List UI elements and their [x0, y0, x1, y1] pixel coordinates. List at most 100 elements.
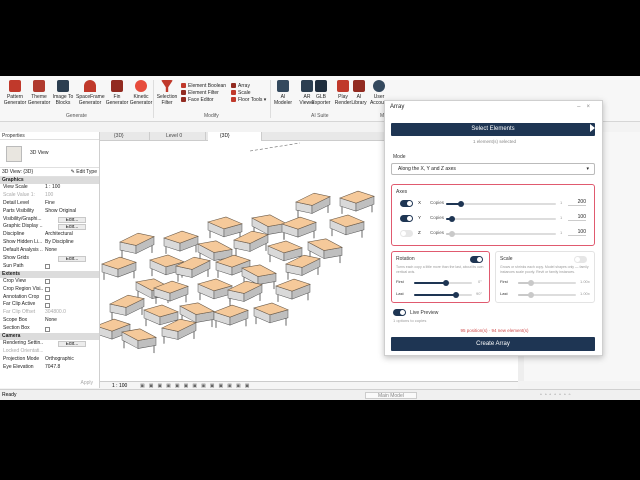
type-selector[interactable]: 3D View — [0, 140, 99, 168]
property-edit-button[interactable]: Edit... — [58, 341, 86, 348]
axis-x-toggle[interactable] — [400, 200, 413, 207]
section-extents[interactable]: Extents — [0, 270, 99, 278]
selection-tools-icons[interactable]: ▫▫▫▫▫▫▫ — [540, 390, 573, 400]
floor-tools-button[interactable]: Floor Tools ▾ — [231, 97, 266, 104]
desk-element[interactable] — [213, 304, 249, 328]
property-value: None — [45, 247, 57, 254]
slider-knob[interactable] — [527, 292, 534, 298]
property-checkbox[interactable] — [45, 264, 50, 270]
pattern-icon — [9, 80, 21, 92]
image-to-blocks-button[interactable]: Image To Blocks — [50, 80, 76, 106]
pattern-generator-button[interactable]: Pattern Generator — [2, 80, 28, 106]
slider-knob[interactable] — [448, 231, 455, 237]
scale-last-label: Last — [500, 291, 508, 296]
property-row: Locked Orientati... — [0, 348, 99, 356]
tab-3d-active[interactable]: {3D} — [208, 132, 262, 141]
property-key: Sun Path — [3, 262, 24, 269]
rotation-toggle[interactable] — [470, 256, 483, 263]
section-camera[interactable]: Camera — [0, 333, 99, 341]
selection-filter-button[interactable]: Selection Filter — [154, 80, 180, 106]
property-row: Scope Box None — [0, 317, 99, 325]
fin-generator-button[interactable]: Fin Generator — [104, 80, 130, 106]
property-edit-button[interactable]: Edit... — [58, 224, 86, 231]
property-checkbox[interactable] — [45, 326, 50, 332]
theme-generator-button[interactable]: Theme Generator — [26, 80, 52, 106]
axis-y-copies-input[interactable]: 100 — [568, 214, 586, 221]
axis-z-copies-slider[interactable] — [446, 231, 556, 237]
property-row: Section Box — [0, 325, 99, 333]
slider-min: 1 — [560, 215, 563, 220]
desk-element[interactable] — [253, 302, 289, 326]
array-button[interactable]: Array — [231, 83, 266, 90]
property-edit-button[interactable]: Edit... — [58, 256, 86, 263]
ai-modeler-button[interactable]: AI Modeler — [270, 80, 296, 106]
select-elements-button[interactable]: Select Elements — [391, 123, 595, 136]
create-array-button[interactable]: Create Array — [391, 337, 595, 351]
property-row: Detail Level Fine — [0, 200, 99, 208]
tab-level-0[interactable]: Level 0 — [154, 132, 206, 141]
element-filter-button[interactable]: Element Filter — [181, 90, 226, 97]
property-key: Parts Visibility — [3, 207, 35, 214]
tab-3d-1[interactable]: {3D} — [102, 132, 150, 141]
scale-button[interactable]: Scale — [231, 90, 266, 97]
axis-z-copies-input[interactable]: 100 — [568, 229, 586, 236]
desk-element[interactable] — [329, 214, 365, 238]
desk-element[interactable] — [109, 293, 145, 320]
scale-first-slider[interactable] — [518, 280, 576, 286]
mode-select[interactable]: Along the X, Y and Z axes ▾ — [391, 163, 595, 175]
desk-element[interactable] — [197, 278, 233, 302]
live-preview-toggle[interactable] — [393, 309, 406, 316]
library-icon — [353, 80, 365, 92]
edit-type-button[interactable]: ✎ Edit Type — [71, 168, 97, 177]
axis-y-toggle[interactable] — [400, 215, 413, 222]
property-checkbox[interactable] — [45, 295, 50, 301]
rotation-first-slider[interactable] — [414, 280, 472, 286]
slider-knob[interactable] — [458, 201, 465, 207]
close-icon[interactable]: × — [586, 104, 596, 110]
scale-panel: Scale Grows or shrinks each copy. Model … — [495, 251, 595, 303]
section-graphics[interactable]: Graphics — [0, 177, 99, 184]
kinetic-generator-button[interactable]: Kinetic Generator — [128, 80, 154, 106]
scale-toggle[interactable] — [574, 256, 587, 263]
property-edit-button[interactable]: Edit... — [58, 216, 86, 223]
face-editor-button[interactable]: Face Editor — [181, 97, 226, 104]
property-checkbox[interactable] — [45, 302, 50, 308]
apply-button[interactable]: Apply — [80, 380, 93, 386]
theme-generator-label: Theme Generator — [27, 94, 51, 106]
status-text: Ready — [2, 392, 17, 398]
property-key: Scope Box — [3, 317, 28, 324]
property-checkbox[interactable] — [45, 279, 50, 285]
filter-icon — [161, 80, 173, 92]
desk-element[interactable] — [339, 190, 375, 214]
result-summary: 95 position(s) · 94 new element(s) — [460, 328, 529, 333]
axis-y-copies-slider[interactable] — [446, 216, 556, 222]
desk-element[interactable] — [281, 216, 317, 240]
property-checkbox[interactable] — [45, 287, 50, 293]
desk-element[interactable] — [163, 230, 199, 254]
scale-last-slider[interactable] — [518, 292, 576, 298]
desk-element[interactable] — [295, 191, 331, 218]
properties-title: Properties — [0, 132, 99, 140]
rotation-last-slider[interactable] — [414, 292, 472, 298]
guide-line — [249, 142, 301, 152]
element-boolean-button[interactable]: Element Boolean — [181, 83, 226, 90]
desk-element[interactable] — [275, 278, 311, 302]
axis-z-toggle[interactable] — [400, 230, 413, 237]
instance-selector[interactable]: 3D View: {3D} ✎ Edit Type — [0, 168, 99, 177]
axis-x-copies-slider[interactable] — [446, 201, 556, 207]
desk-element[interactable] — [119, 231, 155, 258]
desk-element[interactable] — [101, 256, 137, 280]
property-value: Fine — [45, 199, 55, 206]
desk-element[interactable] — [207, 216, 243, 240]
slider-knob[interactable] — [448, 216, 455, 222]
desk-element[interactable] — [175, 255, 211, 282]
spaceframe-generator-button[interactable]: SpaceFrame Generator — [76, 80, 105, 106]
slider-knob[interactable] — [442, 280, 449, 286]
active-model-selector[interactable]: Main Model — [365, 391, 417, 399]
property-key: Annotation Crop — [3, 293, 40, 300]
property-key: Visibility/Graphi... — [3, 215, 42, 222]
scale-icon — [231, 90, 236, 95]
slider-knob[interactable] — [452, 292, 459, 298]
axis-x-copies-input[interactable]: 200 — [568, 199, 586, 206]
slider-knob[interactable] — [527, 280, 534, 286]
